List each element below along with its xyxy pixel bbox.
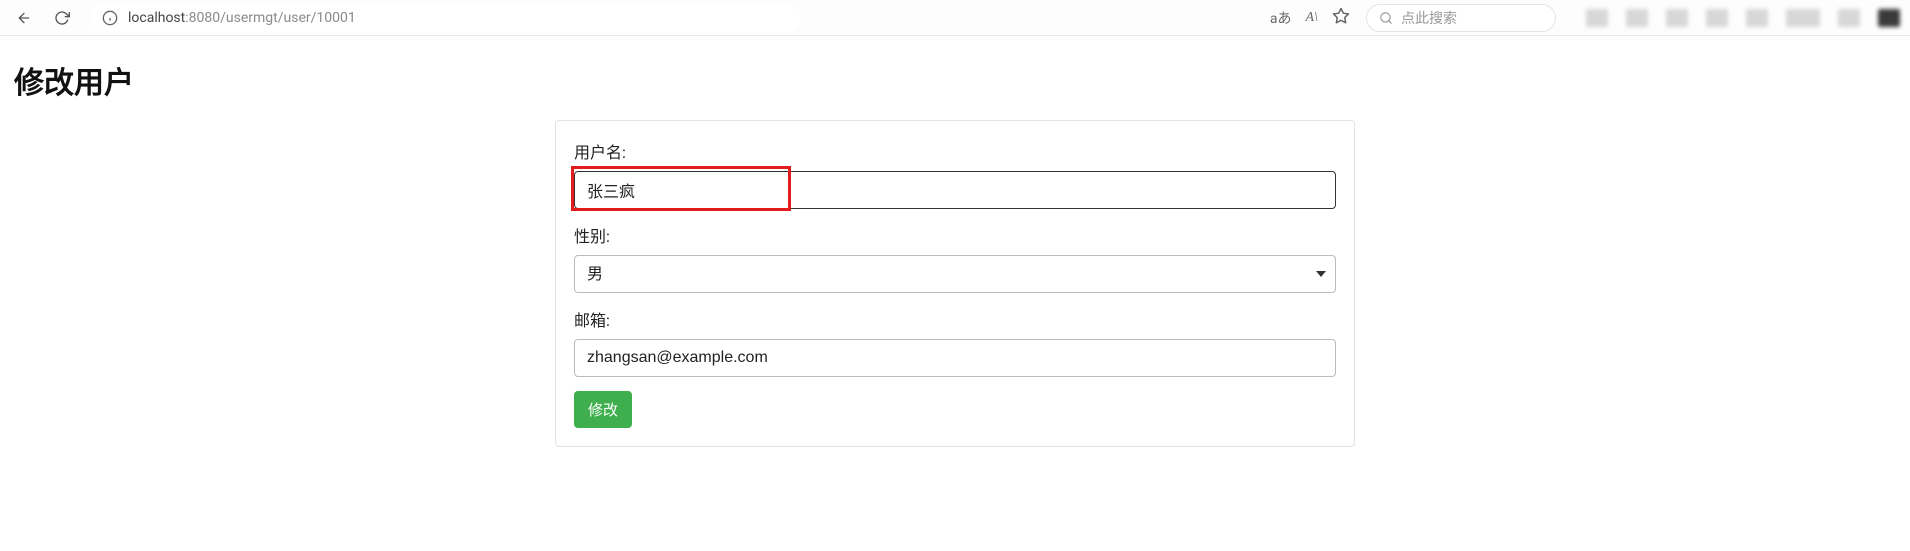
star-icon xyxy=(1332,7,1350,25)
browser-toolbar: localhost:8080/usermgt/user/10001 aあ A\ … xyxy=(0,0,1910,36)
info-icon xyxy=(102,10,118,26)
blurred-extension-icon[interactable] xyxy=(1746,9,1768,27)
arrow-left-icon xyxy=(16,10,32,26)
search-icon xyxy=(1379,11,1393,25)
browser-search-box[interactable]: 点此搜索 xyxy=(1366,4,1556,32)
back-button[interactable] xyxy=(10,4,38,32)
toolbar-right-icons: aあ A\ xyxy=(1270,7,1350,29)
url-path: :8080/usermgt/user/10001 xyxy=(185,10,355,26)
blurred-profile-icon[interactable] xyxy=(1878,9,1900,27)
extension-icons xyxy=(1586,9,1900,27)
blurred-extension-icon[interactable] xyxy=(1666,9,1688,27)
page-title: 修改用户 xyxy=(14,58,1896,102)
translate-icon[interactable]: aあ xyxy=(1270,8,1292,28)
refresh-icon xyxy=(54,10,70,26)
blurred-extension-icon[interactable] xyxy=(1838,9,1860,27)
email-input[interactable] xyxy=(574,339,1336,377)
username-label: 用户名: xyxy=(574,139,1336,163)
refresh-button[interactable] xyxy=(48,4,76,32)
reader-mode-icon[interactable]: A\ xyxy=(1306,10,1318,26)
blurred-extension-icon[interactable] xyxy=(1786,9,1820,27)
gender-label: 性别: xyxy=(574,223,1336,247)
blurred-extension-icon[interactable] xyxy=(1586,9,1608,27)
blurred-extension-icon[interactable] xyxy=(1626,9,1648,27)
search-placeholder: 点此搜索 xyxy=(1401,8,1457,28)
gender-select[interactable]: 男 xyxy=(574,255,1336,293)
address-bar[interactable]: localhost:8080/usermgt/user/10001 xyxy=(90,4,800,32)
edit-user-form-card: 用户名: 性别: 男 邮箱: 修改 xyxy=(555,120,1355,447)
favorite-button[interactable] xyxy=(1332,7,1350,29)
username-input[interactable] xyxy=(574,171,1336,209)
submit-button[interactable]: 修改 xyxy=(574,391,632,428)
email-label: 邮箱: xyxy=(574,307,1336,331)
url-host: localhost xyxy=(128,10,185,26)
blurred-extension-icon[interactable] xyxy=(1706,9,1728,27)
